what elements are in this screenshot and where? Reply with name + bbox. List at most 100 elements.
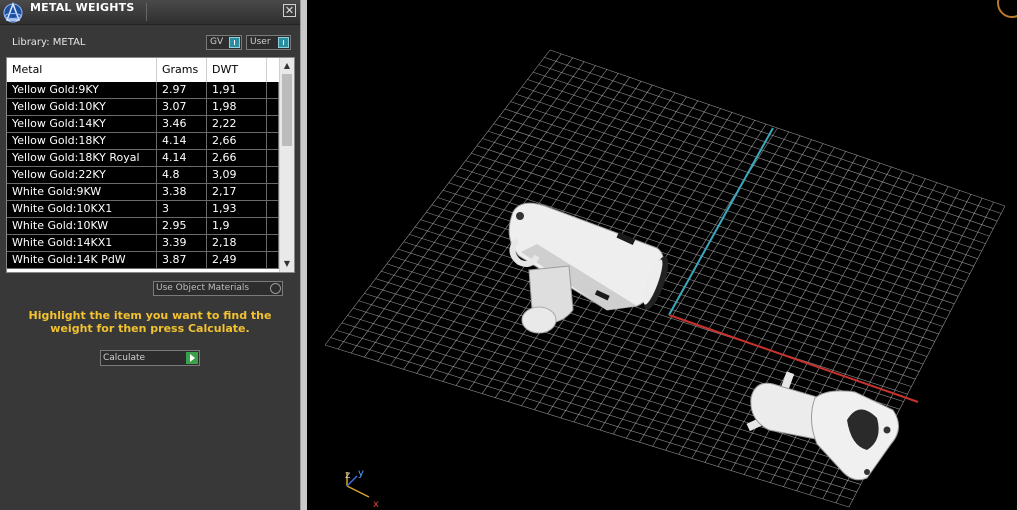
axis-gizmo: x z y — [345, 468, 379, 510]
grid-line — [353, 307, 869, 470]
titlebar-divider — [146, 3, 147, 21]
viewport-canvas[interactable]: x z y — [307, 0, 1017, 510]
object-peg-end — [521, 306, 557, 334]
metal-cell: Yellow Gold:22KY — [7, 167, 157, 183]
scroll-up-icon[interactable]: ▲ — [281, 60, 293, 72]
empty-cell — [267, 184, 279, 200]
empty-cell — [267, 201, 279, 217]
table-row[interactable]: White Gold:10KX1 3 1,93 — [7, 201, 279, 218]
table-row[interactable]: White Gold:10KW 2.95 1,9 — [7, 218, 279, 235]
table-row[interactable]: White Gold:9KW 3.38 2,17 — [7, 184, 279, 201]
dwt-cell: 2,22 — [207, 116, 267, 132]
table-row[interactable]: White Gold:14KX1 3.39 2,18 — [7, 235, 279, 252]
object-hole — [516, 212, 524, 220]
table-body: Yellow Gold:9KY 2.97 1,91 Yellow Gold:10KY 3… — [7, 82, 279, 269]
3d-object-cylinder-part[interactable] — [508, 202, 673, 334]
metal-cell: Yellow Gold:18KY Royal — [7, 150, 157, 166]
metal-cell: Yellow Gold:14KY — [7, 116, 157, 132]
metal-cell: Yellow Gold:10KY — [7, 99, 157, 115]
3d-viewport[interactable]: x z y — [307, 0, 1017, 510]
dwt-cell: 1,93 — [207, 201, 267, 217]
calculate-button[interactable]: Calculate — [100, 350, 200, 366]
grams-cell: 4.14 — [157, 150, 207, 166]
empty-cell — [267, 82, 279, 98]
use-object-materials-toggle[interactable]: Use Object Materials — [153, 281, 283, 296]
dwt-cell: 2,66 — [207, 150, 267, 166]
instruction-text: Highlight the item you want to find the … — [28, 309, 272, 335]
object-hole — [864, 469, 870, 475]
metal-cell: Yellow Gold:9KY — [7, 82, 157, 98]
metal-cell: White Gold:14KX1 — [7, 235, 157, 251]
table-row[interactable]: Yellow Gold:18KY 4.14 2,66 — [7, 133, 279, 150]
grams-cell: 3.46 — [157, 116, 207, 132]
metal-weights-panel: METAL WEIGHTS ✕ Library: METAL GV User M… — [0, 0, 300, 510]
library-label: Library: METAL — [12, 37, 86, 48]
column-header-grams[interactable]: Grams — [157, 58, 207, 82]
toggle-indicator-icon — [229, 37, 240, 48]
metal-cell: White Gold:10KX1 — [7, 201, 157, 217]
empty-cell — [267, 116, 279, 132]
grams-cell: 2.95 — [157, 218, 207, 234]
metal-cell: Yellow Gold:18KY — [7, 133, 157, 149]
panel-titlebar: METAL WEIGHTS ✕ — [0, 0, 300, 25]
metal-table[interactable]: Metal Grams DWT Yellow Gold:9KY 2.97 1,91 Y… — [6, 57, 295, 273]
dwt-cell: 2,17 — [207, 184, 267, 200]
empty-cell — [267, 252, 279, 268]
empty-cell — [267, 99, 279, 115]
panel-splitter[interactable] — [300, 0, 307, 510]
grams-cell: 3.07 — [157, 99, 207, 115]
table-header: Metal Grams DWT — [7, 58, 279, 82]
table-scrollbar[interactable]: ▲ ▼ — [279, 58, 294, 272]
empty-cell — [267, 235, 279, 251]
column-header-metal[interactable]: Metal — [7, 58, 157, 82]
grams-cell: 3 — [157, 201, 207, 217]
dwt-cell: 2,66 — [207, 133, 267, 149]
grams-cell: 3.39 — [157, 235, 207, 251]
grid-line — [358, 300, 873, 463]
gizmo-x-label: x — [373, 499, 379, 510]
dwt-cell: 2,49 — [207, 252, 267, 268]
object-hole — [883, 426, 891, 434]
close-button[interactable]: ✕ — [283, 4, 296, 17]
gizmo-y-label: y — [358, 468, 364, 479]
y-axis-line — [668, 127, 774, 316]
play-arrow-icon — [186, 352, 198, 364]
table-row[interactable]: White Gold:14K PdW 3.87 2,49 — [7, 252, 279, 269]
gv-toggle[interactable]: GV — [206, 35, 242, 50]
table-row[interactable]: Yellow Gold:10KY 3.07 1,98 — [7, 99, 279, 116]
grams-cell: 4.14 — [157, 133, 207, 149]
metal-cell: White Gold:10KW — [7, 218, 157, 234]
toggle-indicator-icon — [278, 37, 289, 48]
dwt-cell: 1,91 — [207, 82, 267, 98]
table-row[interactable]: Yellow Gold:22KY 4.8 3,09 — [7, 167, 279, 184]
metal-cell: White Gold:9KW — [7, 184, 157, 200]
radio-circle-icon — [270, 283, 281, 294]
column-header-dwt[interactable]: DWT — [207, 58, 267, 82]
gv-toggle-label: GV — [210, 37, 224, 47]
gizmo-x-line — [346, 485, 370, 498]
grams-cell: 4.8 — [157, 167, 207, 183]
use-object-materials-label: Use Object Materials — [156, 283, 250, 293]
empty-cell — [267, 167, 279, 183]
empty-cell — [267, 150, 279, 166]
user-toggle-label: User — [250, 37, 271, 47]
scroll-down-icon[interactable]: ▼ — [281, 258, 293, 270]
table-row[interactable]: Yellow Gold:14KY 3.46 2,22 — [7, 116, 279, 133]
table-row[interactable]: Yellow Gold:18KY Royal 4.14 2,66 — [7, 150, 279, 167]
dwt-cell: 1,98 — [207, 99, 267, 115]
panel-title: METAL WEIGHTS — [30, 1, 135, 14]
scrollbar-thumb[interactable] — [282, 74, 292, 146]
empty-cell — [267, 218, 279, 234]
dwt-cell: 1,9 — [207, 218, 267, 234]
grams-cell: 2.97 — [157, 82, 207, 98]
dwt-cell: 2,18 — [207, 235, 267, 251]
grams-cell: 3.87 — [157, 252, 207, 268]
empty-cell — [267, 133, 279, 149]
metal-cell: White Gold:14K PdW — [7, 252, 157, 268]
gizmo-z-label: z — [345, 470, 350, 481]
user-toggle[interactable]: User — [246, 35, 291, 50]
x-axis-line — [668, 314, 919, 403]
table-row[interactable]: Yellow Gold:9KY 2.97 1,91 — [7, 82, 279, 99]
calculate-label: Calculate — [103, 353, 146, 363]
app-logo-icon — [3, 1, 23, 23]
